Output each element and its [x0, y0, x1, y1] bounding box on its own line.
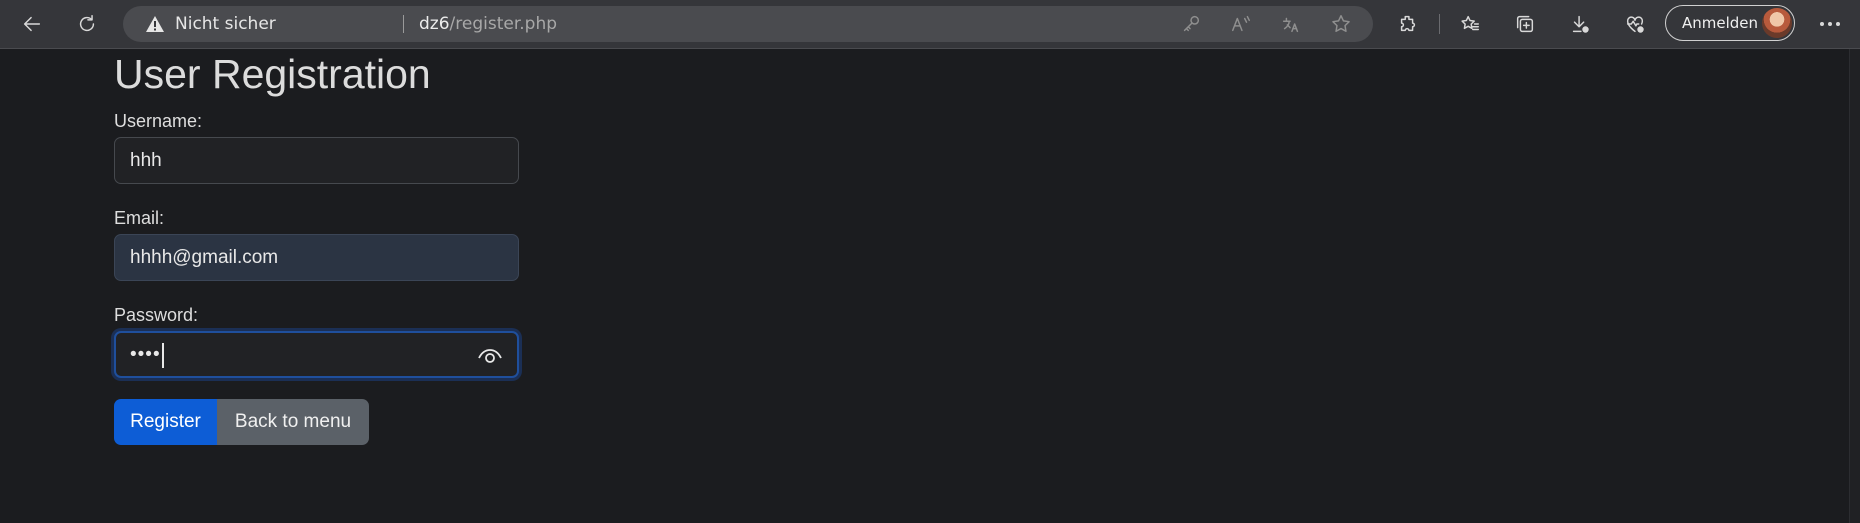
eye-icon[interactable]: [477, 343, 503, 369]
url-text[interactable]: dz6/register.php: [419, 6, 557, 42]
address-bar[interactable]: Nicht sicher dz6/register.php: [123, 6, 1373, 42]
signin-label: Anmelden: [1682, 14, 1759, 32]
downloads-icon[interactable]: [1562, 6, 1598, 42]
key-icon[interactable]: [1180, 13, 1202, 35]
back-to-menu-button[interactable]: Back to menu: [217, 399, 369, 445]
url-path: /register.php: [449, 14, 558, 34]
email-input[interactable]: hhhh@gmail.com: [114, 234, 519, 281]
browser-essentials-icon[interactable]: [1617, 6, 1653, 42]
email-label: Email:: [114, 208, 165, 228]
username-label: Username:: [114, 111, 203, 131]
signin-button[interactable]: Anmelden: [1665, 5, 1795, 41]
username-input[interactable]: hhh: [114, 137, 519, 184]
back-arrow-icon[interactable]: [14, 6, 50, 42]
password-label: Password:: [114, 305, 199, 325]
refresh-icon[interactable]: [69, 6, 105, 42]
avatar: [1762, 8, 1792, 38]
read-aloud-icon[interactable]: [1230, 13, 1252, 35]
username-value: hhh: [130, 150, 162, 171]
url-host: dz6: [419, 14, 450, 34]
browser-toolbar: Nicht sicher dz6/register.php Anmelden: [0, 0, 1860, 49]
star-icon[interactable]: [1330, 13, 1352, 35]
text-caret: [162, 343, 164, 368]
scrollbar[interactable]: [1849, 49, 1860, 523]
password-value: ••••: [130, 344, 161, 365]
security-status[interactable]: Nicht sicher: [175, 6, 276, 42]
extensions-icon[interactable]: [1390, 6, 1426, 42]
address-divider: [403, 15, 404, 33]
toolbar-divider: [1439, 14, 1440, 34]
email-value: hhhh@gmail.com: [130, 247, 279, 268]
warning-icon: [145, 14, 165, 34]
collections-icon[interactable]: [1507, 6, 1543, 42]
register-button[interactable]: Register: [114, 399, 217, 445]
more-icon[interactable]: [1812, 6, 1848, 42]
favorites-icon[interactable]: [1452, 6, 1488, 42]
page-title: User Registration: [114, 51, 431, 97]
password-input[interactable]: ••••: [114, 331, 519, 378]
translate-icon[interactable]: [1280, 13, 1302, 35]
